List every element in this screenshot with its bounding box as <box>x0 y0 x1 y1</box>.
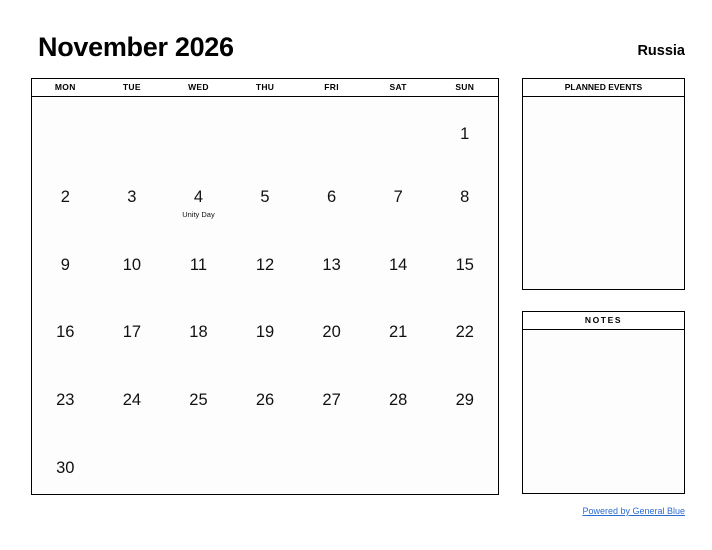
notes-body[interactable] <box>523 330 684 493</box>
calendar-day-cell[interactable]: 28 <box>365 358 432 426</box>
calendar-day-cell-empty <box>232 426 299 494</box>
calendar-day-cell-empty <box>99 97 166 155</box>
calendar-day-cell[interactable]: 18 <box>165 291 232 359</box>
planned-events-body[interactable] <box>523 97 684 289</box>
calendar-day-cell-empty <box>365 97 432 155</box>
day-number: 22 <box>455 323 474 342</box>
calendar-day-cell[interactable]: 4 Unity Day <box>165 155 232 223</box>
day-number: 14 <box>389 255 408 274</box>
region-label: Russia <box>637 43 685 59</box>
calendar-day-cell[interactable]: 15 <box>431 223 498 291</box>
powered-by-link[interactable]: Powered by General Blue <box>582 505 685 517</box>
weekday-header-fri: FRI <box>324 82 339 92</box>
day-number: 30 <box>56 458 75 477</box>
weekday-header-sun: SUN <box>455 82 475 92</box>
calendar-day-cell[interactable]: 27 <box>298 358 365 426</box>
calendar-day-cell[interactable]: 26 <box>232 358 299 426</box>
calendar-day-cell[interactable]: 23 <box>32 358 99 426</box>
planned-events-panel: PLANNED EVENTS <box>522 78 685 290</box>
day-number: 23 <box>56 391 75 410</box>
notes-panel: NOTES <box>522 311 685 494</box>
weekday-header-row: MON TUE WED THU FRI SAT SUN <box>32 79 498 97</box>
day-number: 21 <box>389 323 408 342</box>
day-number: 17 <box>122 323 142 342</box>
calendar-day-cell[interactable]: 1 <box>431 97 498 155</box>
day-number: 11 <box>189 255 208 274</box>
calendar-day-cell[interactable]: 21 <box>365 291 432 359</box>
calendar-day-cell[interactable]: 3 <box>99 155 166 223</box>
weekday-header-wed: WED <box>188 82 209 92</box>
day-number: 18 <box>189 323 208 342</box>
calendar-day-cell-empty <box>298 97 365 155</box>
calendar-day-cell[interactable]: 2 <box>32 155 99 223</box>
day-number: 10 <box>122 255 142 274</box>
weekday-header-sat: SAT <box>389 82 407 92</box>
weekday-header-mon: MON <box>54 82 76 92</box>
calendar-week-row: 1 <box>32 97 498 155</box>
page-title: November 2026 <box>38 32 234 62</box>
day-number: 4 <box>193 187 204 206</box>
day-number: 13 <box>322 255 341 274</box>
day-number: 19 <box>255 323 275 342</box>
page-header: November 2026 Russia <box>31 30 685 70</box>
weekday-header-thu: THU <box>255 82 275 92</box>
calendar-day-cell[interactable]: 6 <box>298 155 365 223</box>
day-number: 26 <box>255 391 275 410</box>
day-number: 9 <box>60 255 70 274</box>
calendar-day-cell-empty <box>365 426 432 494</box>
day-number: 6 <box>327 187 337 206</box>
calendar-day-cell-empty <box>99 426 166 494</box>
notes-title: NOTES <box>523 312 684 330</box>
calendar-week-row: 23 24 25 26 27 28 29 <box>32 358 498 426</box>
day-number: 3 <box>127 187 137 206</box>
calendar-grid: MON TUE WED THU FRI SAT SUN 1 2 3 4 Unity Day 5 6 7 8 9… <box>31 78 499 495</box>
calendar-week-row: 9 10 11 12 13 14 15 <box>32 223 498 291</box>
calendar-day-cell[interactable]: 20 <box>298 291 365 359</box>
day-number: 12 <box>255 255 275 274</box>
calendar-day-cell-empty <box>298 426 365 494</box>
calendar-day-cell[interactable]: 24 <box>99 358 166 426</box>
calendar-day-cell[interactable]: 22 <box>431 291 498 359</box>
calendar-day-cell[interactable]: 13 <box>298 223 365 291</box>
calendar-day-cell[interactable]: 9 <box>32 223 99 291</box>
calendar-day-cell[interactable]: 10 <box>99 223 166 291</box>
calendar-day-cell[interactable]: 11 <box>165 223 232 291</box>
day-number: 20 <box>322 323 341 342</box>
day-number: 25 <box>189 391 208 410</box>
calendar-day-cell[interactable]: 19 <box>232 291 299 359</box>
calendar-day-cell[interactable]: 30 <box>32 426 99 494</box>
day-number: 8 <box>460 187 470 206</box>
day-number: 24 <box>122 391 142 410</box>
day-number: 28 <box>389 391 408 410</box>
day-number: 27 <box>322 391 341 410</box>
planned-events-title: PLANNED EVENTS <box>523 79 684 97</box>
calendar-day-cell[interactable]: 12 <box>232 223 299 291</box>
day-number: 15 <box>455 255 474 274</box>
day-number: 5 <box>260 187 270 206</box>
calendar-day-cell-empty <box>232 97 299 155</box>
calendar-day-cell[interactable]: 16 <box>32 291 99 359</box>
calendar-week-row: 16 17 18 19 20 21 22 <box>32 291 498 359</box>
calendar-day-cell[interactable]: 17 <box>99 291 166 359</box>
calendar-day-cell[interactable]: 8 <box>431 155 498 223</box>
day-holiday-label: Unity Day <box>182 209 215 219</box>
calendar-day-cell[interactable]: 29 <box>431 358 498 426</box>
calendar-week-row: 30 <box>32 426 498 494</box>
calendar-day-cell[interactable]: 14 <box>365 223 432 291</box>
day-number: 7 <box>393 187 403 206</box>
calendar-day-cell[interactable]: 7 <box>365 155 432 223</box>
calendar-weeks: 1 2 3 4 Unity Day 5 6 7 8 9 10 11 12 13 14 15 16 17 18 19 20… <box>32 97 498 494</box>
weekday-header-tue: TUE <box>122 82 141 92</box>
calendar-week-row: 2 3 4 Unity Day 5 6 7 8 <box>32 155 498 223</box>
calendar-day-cell-empty <box>431 426 498 494</box>
day-number: 1 <box>460 125 470 143</box>
calendar-day-cell-empty <box>32 97 99 155</box>
day-number: 16 <box>56 323 75 342</box>
calendar-day-cell-empty <box>165 426 232 494</box>
calendar-day-cell-empty <box>165 97 232 155</box>
day-number: 2 <box>60 187 70 206</box>
calendar-day-cell[interactable]: 5 <box>232 155 299 223</box>
day-number: 29 <box>455 391 474 410</box>
calendar-day-cell[interactable]: 25 <box>165 358 232 426</box>
